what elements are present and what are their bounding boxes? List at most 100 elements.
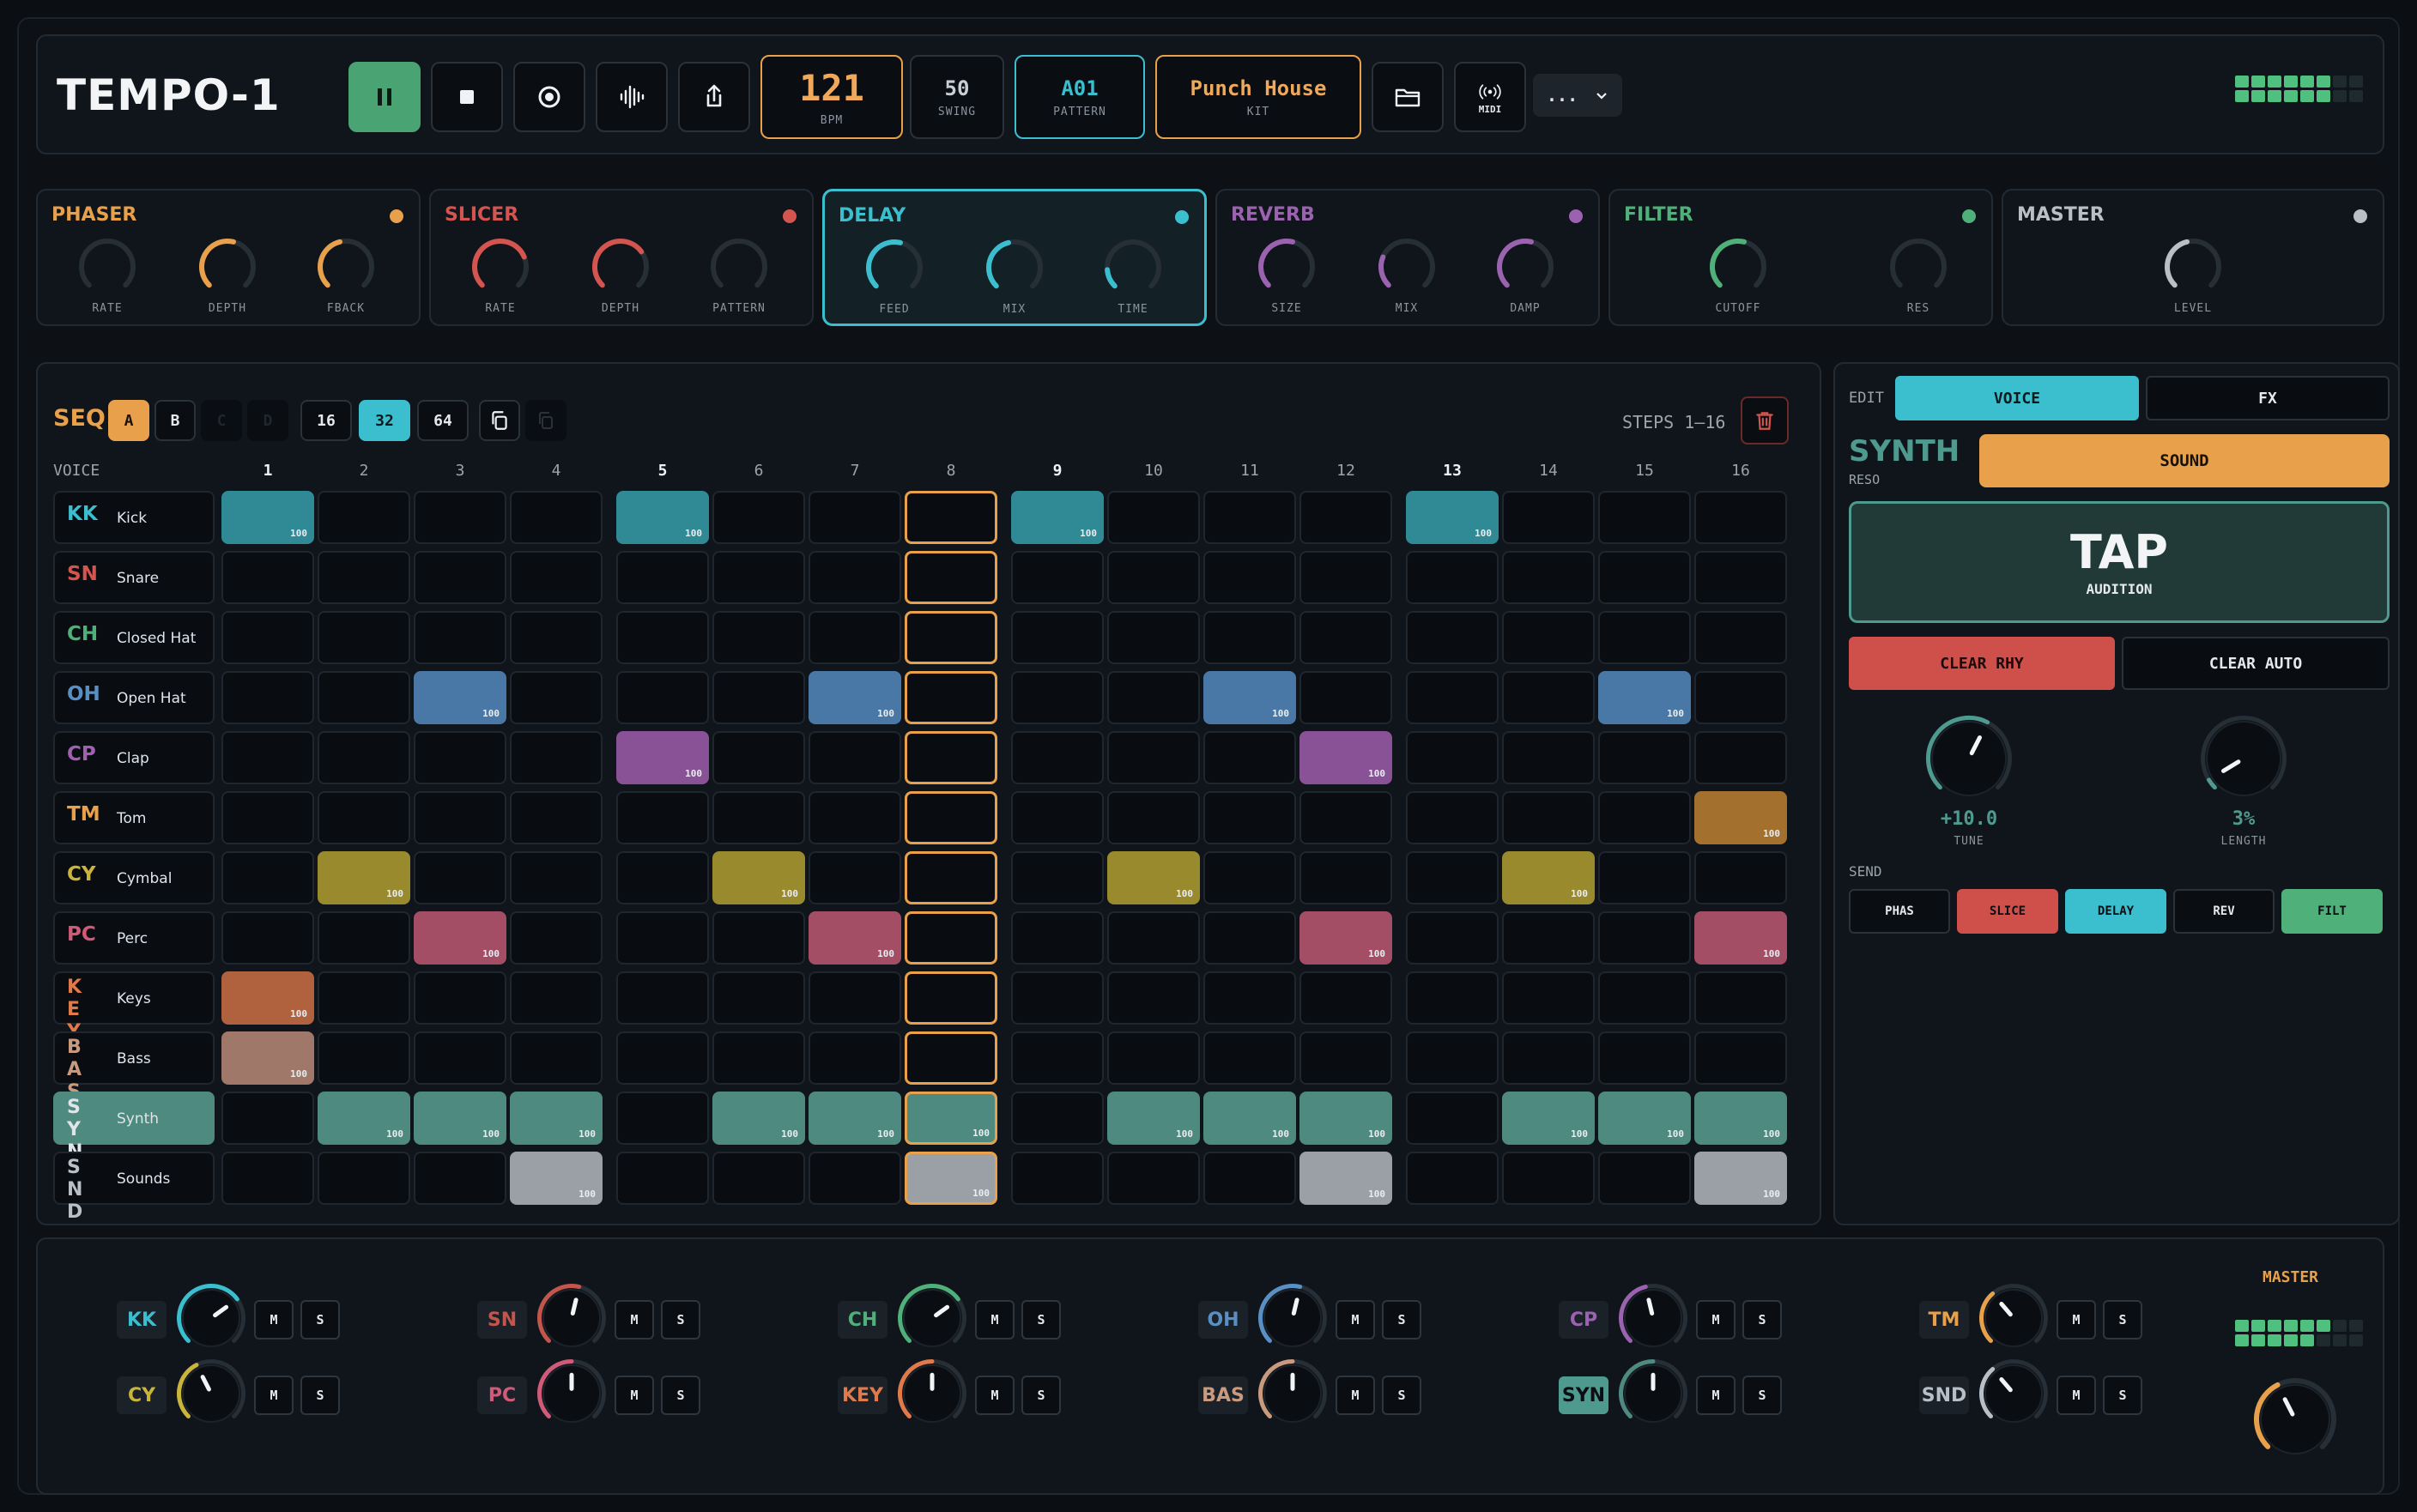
share-button[interactable] xyxy=(678,62,750,132)
step-cell[interactable] xyxy=(905,851,997,904)
voice-row-tom[interactable]: TM Tom xyxy=(53,791,215,844)
step-cell[interactable] xyxy=(1203,791,1296,844)
step-cell[interactable] xyxy=(318,1152,410,1205)
master-level-knob[interactable]: LEVEL xyxy=(2163,237,2223,315)
swing-display[interactable]: 50 SWING xyxy=(910,55,1004,139)
step-cell[interactable] xyxy=(1598,731,1691,784)
channel-volume-knob[interactable] xyxy=(1257,1282,1329,1358)
step-cell[interactable] xyxy=(616,971,709,1025)
step-cell[interactable] xyxy=(221,791,314,844)
step-cell[interactable] xyxy=(414,731,506,784)
step-cell[interactable] xyxy=(318,551,410,604)
step-cell[interactable]: 100 xyxy=(809,911,901,965)
fx-status-dot[interactable] xyxy=(1962,209,1976,223)
step-cell[interactable] xyxy=(1203,731,1296,784)
step-cell[interactable] xyxy=(510,911,603,965)
step-cell[interactable] xyxy=(1502,551,1595,604)
step-cell[interactable] xyxy=(221,911,314,965)
step-cell[interactable] xyxy=(1406,671,1499,724)
step-cell[interactable] xyxy=(1406,1031,1499,1085)
voice-row-sounds[interactable]: SND Sounds xyxy=(53,1152,215,1223)
channel-volume-knob[interactable] xyxy=(1617,1282,1689,1358)
step-cell[interactable] xyxy=(712,971,805,1025)
step-cell[interactable] xyxy=(905,551,997,604)
step-cell[interactable] xyxy=(616,1031,709,1085)
fx-slot-filter[interactable]: FILTER CUTOFF RES xyxy=(1608,189,1993,326)
step-cell[interactable] xyxy=(1203,851,1296,904)
voice-row-snare[interactable]: SN Snare xyxy=(53,551,215,604)
step-cell[interactable] xyxy=(1694,971,1787,1025)
step-cell[interactable] xyxy=(905,491,997,544)
step-cell[interactable]: 100 xyxy=(1203,1092,1296,1145)
fx-slot-slicer[interactable]: SLICER RATE DEPTH PATTERN xyxy=(429,189,814,326)
step-cell[interactable] xyxy=(1598,551,1691,604)
voice-row-clap[interactable]: CP Clap xyxy=(53,731,215,784)
clear-pattern-button[interactable] xyxy=(1741,396,1789,445)
pause-button[interactable] xyxy=(348,62,421,132)
voice-row-perc[interactable]: PC Perc xyxy=(53,911,215,965)
step-cell[interactable] xyxy=(510,971,603,1025)
step-cell[interactable] xyxy=(510,731,603,784)
step-cell[interactable] xyxy=(1694,851,1787,904)
step-cell[interactable]: 100 xyxy=(510,1152,603,1205)
step-cell[interactable] xyxy=(414,1031,506,1085)
step-cell[interactable] xyxy=(510,851,603,904)
step-cell[interactable] xyxy=(809,1031,901,1085)
step-cell[interactable] xyxy=(616,551,709,604)
clear-automation-button[interactable]: CLEAR AUTO xyxy=(2122,637,2390,690)
step-cell[interactable] xyxy=(1011,611,1104,664)
channel-volume-knob[interactable] xyxy=(896,1282,968,1358)
step-cell[interactable] xyxy=(1011,1031,1104,1085)
reverb-size-knob[interactable]: SIZE xyxy=(1257,237,1317,315)
step-cell[interactable] xyxy=(1107,551,1200,604)
step-cell[interactable] xyxy=(616,611,709,664)
reverb-damp-knob[interactable]: DAMP xyxy=(1495,237,1555,315)
step-cell[interactable] xyxy=(1299,671,1392,724)
step-cell[interactable] xyxy=(221,1092,314,1145)
step-cell[interactable] xyxy=(318,971,410,1025)
filter-res-knob[interactable]: RES xyxy=(1888,237,1948,315)
clear-rhythm-button[interactable]: CLEAR RHY xyxy=(1849,637,2115,690)
step-cell[interactable] xyxy=(318,731,410,784)
tab-fx[interactable]: FX xyxy=(2146,376,2390,420)
slicer-rate-knob[interactable]: RATE xyxy=(470,237,530,315)
bank-d-button[interactable]: D xyxy=(247,400,288,441)
step-cell[interactable]: 100 xyxy=(1694,1152,1787,1205)
channel-volume-knob[interactable] xyxy=(536,1358,608,1433)
step-cell[interactable] xyxy=(1406,551,1499,604)
step-cell[interactable] xyxy=(1406,791,1499,844)
kit-display[interactable]: Punch House KIT xyxy=(1155,55,1361,139)
step-cell[interactable] xyxy=(1694,1031,1787,1085)
step-cell[interactable] xyxy=(712,1031,805,1085)
step-cell[interactable] xyxy=(221,551,314,604)
voice-row-closed-hat[interactable]: CH Closed Hat xyxy=(53,611,215,664)
step-cell[interactable] xyxy=(1406,611,1499,664)
step-cell[interactable] xyxy=(1502,491,1595,544)
step-cell[interactable] xyxy=(1598,611,1691,664)
more-dropdown[interactable]: ... xyxy=(1533,74,1622,117)
step-cell[interactable]: 100 xyxy=(1299,731,1392,784)
step-cell[interactable] xyxy=(1502,1031,1595,1085)
channel-tag[interactable]: CY xyxy=(117,1376,167,1414)
fx-status-dot[interactable] xyxy=(390,209,403,223)
step-cell[interactable] xyxy=(905,911,997,965)
step-cell[interactable] xyxy=(712,491,805,544)
mute-button[interactable]: M xyxy=(1696,1300,1736,1340)
step-cell[interactable] xyxy=(414,851,506,904)
step-cell[interactable] xyxy=(1502,971,1595,1025)
step-cell[interactable] xyxy=(1107,1031,1200,1085)
voice-row-synth[interactable]: SYNSynth xyxy=(53,1092,215,1163)
step-cell[interactable]: 100 xyxy=(1107,1092,1200,1145)
step-cell[interactable]: 100 xyxy=(1598,671,1691,724)
bpm-display[interactable]: 121 BPM xyxy=(760,55,903,139)
send-phas-button[interactable]: PHAS xyxy=(1849,889,1950,934)
step-cell[interactable] xyxy=(510,1031,603,1085)
step-cell[interactable] xyxy=(221,1152,314,1205)
step-cell[interactable] xyxy=(809,731,901,784)
channel-volume-knob[interactable] xyxy=(1978,1282,2050,1358)
step-cell[interactable]: 100 xyxy=(221,1031,314,1085)
step-cell[interactable] xyxy=(1203,911,1296,965)
step-cell[interactable] xyxy=(414,611,506,664)
mute-button[interactable]: M xyxy=(1696,1376,1736,1415)
solo-button[interactable]: S xyxy=(1742,1376,1782,1415)
